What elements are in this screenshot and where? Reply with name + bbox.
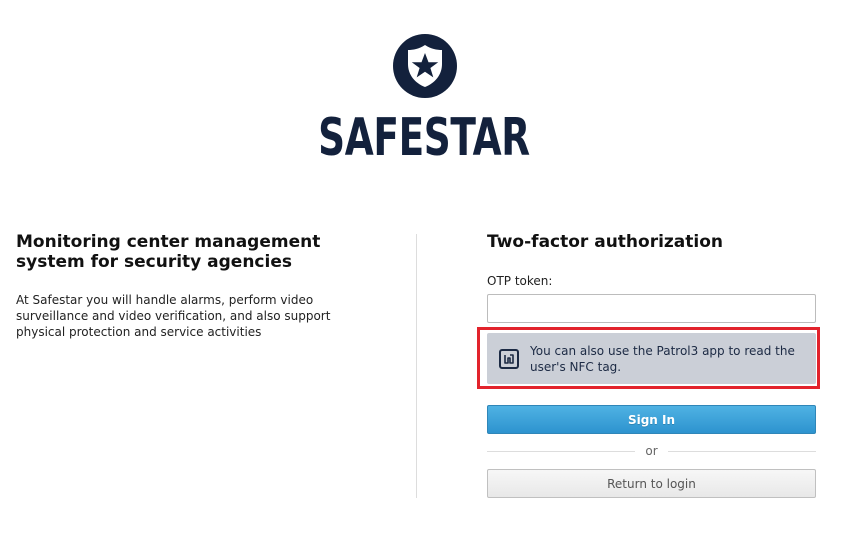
intro-description: At Safestar you will handle alarms, perf… bbox=[16, 293, 331, 339]
separator-line bbox=[487, 450, 636, 452]
sign-in-button[interactable]: Sign In bbox=[487, 405, 816, 434]
return-to-login-button[interactable]: Return to login bbox=[487, 469, 816, 498]
or-separator: or bbox=[487, 442, 816, 460]
two-factor-page: SAFESTAR Monitoring center management sy… bbox=[0, 0, 849, 546]
intro-panel: Monitoring center management system for … bbox=[16, 232, 336, 340]
two-factor-form: Two-factor authorization OTP token: You … bbox=[477, 232, 820, 498]
nfc-icon bbox=[499, 348, 519, 369]
nfc-hint-notice: You can also use the Patrol3 app to read… bbox=[487, 333, 816, 384]
otp-label: OTP token: bbox=[487, 274, 553, 288]
or-label: or bbox=[645, 444, 658, 458]
otp-input[interactable] bbox=[487, 294, 816, 323]
logo: SAFESTAR bbox=[0, 34, 849, 168]
shield-star-icon bbox=[392, 34, 457, 98]
form-title: Two-factor authorization bbox=[487, 232, 724, 252]
separator-line bbox=[667, 450, 816, 452]
nfc-hint-text: You can also use the Patrol3 app to read… bbox=[530, 343, 795, 374]
panel-divider bbox=[416, 234, 417, 498]
brand-wordmark: SAFESTAR bbox=[318, 108, 530, 168]
intro-headline: Monitoring center management system for … bbox=[16, 232, 321, 272]
